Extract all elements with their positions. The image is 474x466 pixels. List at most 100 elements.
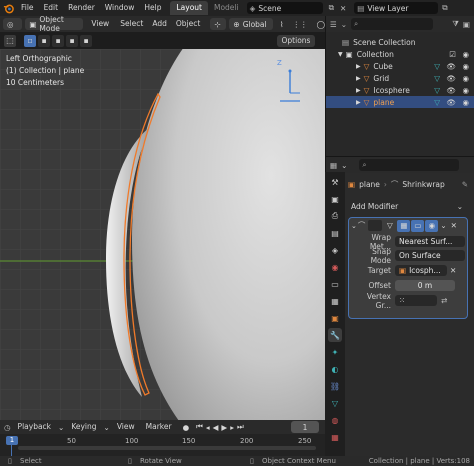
orientation-dropdown[interactable]: ⊕ Global bbox=[229, 18, 273, 30]
properties-editor-icon[interactable]: ▦ bbox=[330, 161, 337, 170]
tab-object-icon[interactable]: ▣ bbox=[328, 311, 342, 325]
menu-playback[interactable]: Playback bbox=[14, 419, 55, 435]
tab-data-icon[interactable]: ▽ bbox=[328, 396, 342, 410]
visibility-eye-icon[interactable]: 👁 bbox=[446, 62, 456, 71]
properties-search[interactable]: ⌕ bbox=[359, 159, 460, 171]
render-camera-icon[interactable]: ◉ bbox=[462, 62, 469, 71]
modifier-menu-icon[interactable]: ⌄ bbox=[440, 221, 446, 230]
timeline-editor-icon[interactable]: ◷ bbox=[4, 423, 11, 432]
vertex-group-field[interactable]: ⁙ bbox=[395, 295, 437, 306]
transform-pivot-button[interactable]: ⊹ bbox=[210, 18, 227, 30]
snap-target-icon[interactable]: ⋮⋮ bbox=[293, 20, 308, 29]
tab-world-icon[interactable]: ◉ bbox=[328, 260, 342, 274]
next-key-icon[interactable]: ▸ bbox=[230, 423, 234, 432]
delete-modifier-icon[interactable]: ✕ bbox=[451, 221, 457, 230]
name-field-placeholder[interactable] bbox=[368, 220, 383, 231]
tab-tool-icon[interactable]: ⚒ bbox=[328, 175, 342, 189]
prev-key-icon[interactable]: ◂ bbox=[206, 423, 210, 432]
visibility-eye-icon[interactable]: 👁 bbox=[446, 98, 456, 107]
filter-icon[interactable]: ⧩ bbox=[452, 19, 459, 29]
copy-layer-icon[interactable]: ⧉ bbox=[442, 3, 447, 13]
add-collection-icon[interactable]: ▣ bbox=[463, 20, 470, 29]
offset-field[interactable]: 0 m bbox=[395, 280, 455, 291]
render-camera-icon[interactable]: ◉ bbox=[462, 74, 469, 83]
outliner-editor-icon[interactable]: ☰ bbox=[330, 20, 337, 29]
tab-render-icon[interactable]: ▣ bbox=[328, 192, 342, 206]
jump-end-icon[interactable]: ⏭ bbox=[237, 422, 244, 432]
expand-icon[interactable]: ▶ bbox=[356, 75, 361, 82]
scene-collection-row[interactable]: ▤ Scene Collection bbox=[326, 36, 474, 48]
menu-timeline-view[interactable]: View bbox=[113, 419, 139, 435]
menu-marker[interactable]: Marker bbox=[142, 419, 176, 435]
tab-modifier-icon[interactable]: 🔧 bbox=[328, 328, 342, 342]
target-field[interactable]: ▣ Icosph... bbox=[395, 265, 447, 276]
pin-icon[interactable]: ✎ bbox=[462, 180, 468, 189]
collection-camera-icon[interactable]: ◉ bbox=[462, 50, 469, 59]
tab-material-icon[interactable]: ◍ bbox=[328, 413, 342, 427]
select-difference-icon[interactable]: ▪ bbox=[66, 34, 78, 47]
3d-viewport[interactable]: Z Left Orthographic (1) Collection | pla… bbox=[0, 49, 325, 420]
menu-file[interactable]: File bbox=[16, 0, 39, 16]
tab-collection-icon[interactable]: ▭ bbox=[328, 277, 342, 291]
play-reverse-icon[interactable]: ◀ bbox=[213, 423, 219, 432]
wrap-method-dropdown[interactable]: Nearest Surf... bbox=[395, 236, 465, 247]
select-tool-icon[interactable]: ⬚ bbox=[4, 34, 16, 47]
add-modifier-button[interactable]: Add Modifier ⌄ bbox=[348, 200, 466, 213]
render-modifier-icon[interactable]: ◉ bbox=[425, 219, 439, 232]
outliner-item-plane[interactable]: ▶ ▽ plane ▽ 👁 ◉ bbox=[326, 96, 474, 108]
record-icon[interactable]: ● bbox=[183, 423, 190, 432]
tab-texture-data-icon[interactable]: ▦ bbox=[328, 430, 342, 444]
collapse-chevron-icon[interactable]: ⌄ bbox=[351, 222, 357, 230]
menu-help[interactable]: Help bbox=[139, 0, 166, 16]
tab-view-layer-icon[interactable]: ▤ bbox=[328, 226, 342, 240]
tab-modeling[interactable]: Modeli bbox=[208, 1, 245, 15]
menu-window[interactable]: Window bbox=[100, 0, 140, 16]
snap-mode-dropdown[interactable]: On Surface bbox=[395, 250, 465, 261]
current-frame-field[interactable]: 1 bbox=[291, 421, 319, 433]
collection-expand-icon[interactable]: ▼ bbox=[338, 51, 343, 58]
blender-logo-icon[interactable] bbox=[0, 0, 16, 16]
outliner-item-grid[interactable]: ▶ ▽ Grid ▽ 👁 ◉ bbox=[326, 72, 474, 84]
collection-checkbox-icon[interactable]: ☑ bbox=[449, 50, 456, 59]
tab-layout[interactable]: Layout bbox=[170, 1, 208, 15]
menu-add[interactable]: Add bbox=[149, 16, 170, 32]
object-mode-dropdown[interactable]: ▣ Object Mode bbox=[25, 15, 84, 33]
scene-selector[interactable]: ◈ Scene bbox=[246, 2, 323, 14]
jump-start-icon[interactable]: ⏮ bbox=[196, 422, 203, 432]
editor-type-button[interactable]: ◎ bbox=[3, 18, 23, 30]
outliner-display-icon[interactable]: ⌄ bbox=[341, 20, 347, 29]
menu-render[interactable]: Render bbox=[63, 0, 100, 16]
realtime-icon[interactable]: ▭ bbox=[411, 219, 425, 232]
expand-icon[interactable]: ▶ bbox=[356, 99, 361, 106]
editmode-icon[interactable]: ▦ bbox=[397, 219, 411, 232]
select-subtract-icon[interactable]: ▪ bbox=[52, 34, 64, 47]
menu-view[interactable]: View bbox=[86, 16, 114, 32]
tab-physics-icon[interactable]: ◐ bbox=[328, 362, 342, 376]
select-intersect-icon[interactable]: ▪ bbox=[80, 34, 92, 47]
select-new-icon[interactable]: ▫ bbox=[24, 34, 36, 47]
playhead-frame[interactable]: 1 bbox=[6, 436, 18, 445]
options-dropdown[interactable]: Options bbox=[277, 34, 315, 47]
play-icon[interactable]: ▶ bbox=[221, 423, 227, 432]
select-extend-icon[interactable]: ▪ bbox=[38, 34, 50, 47]
close-scene-icon[interactable]: ✕ bbox=[340, 4, 346, 13]
timeline-ruler[interactable]: 1 50 100 150 200 250 bbox=[0, 434, 325, 456]
vertex-mode-icon[interactable]: ▽ bbox=[383, 220, 396, 232]
render-camera-icon[interactable]: ◉ bbox=[462, 86, 469, 95]
visibility-eye-icon[interactable]: 👁 bbox=[446, 86, 456, 95]
menu-keying[interactable]: Keying bbox=[67, 419, 100, 435]
tab-scene-icon[interactable]: ◈ bbox=[328, 243, 342, 257]
expand-icon[interactable]: ▶ bbox=[356, 87, 361, 94]
expand-icon[interactable]: ▶ bbox=[356, 63, 361, 70]
render-camera-icon[interactable]: ◉ bbox=[462, 98, 469, 107]
snap-icon[interactable]: ⌇ bbox=[280, 20, 284, 29]
proportional-edit-icon[interactable]: ◯ bbox=[317, 20, 325, 29]
menu-select[interactable]: Select bbox=[117, 16, 146, 32]
tab-constraints-icon[interactable]: ⛓ bbox=[328, 379, 342, 393]
tab-texture-icon[interactable]: ▦ bbox=[328, 294, 342, 308]
outliner-item-icosphere[interactable]: ▶ ▽ Icosphere ▽ 👁 ◉ bbox=[326, 84, 474, 96]
visibility-eye-icon[interactable]: 👁 bbox=[446, 74, 456, 83]
outliner-search[interactable]: ⌕ bbox=[351, 18, 434, 30]
collection-row[interactable]: ▼ ▣ Collection ☑ ◉ bbox=[326, 48, 474, 60]
copy-icon[interactable]: ⧉ bbox=[329, 3, 334, 13]
